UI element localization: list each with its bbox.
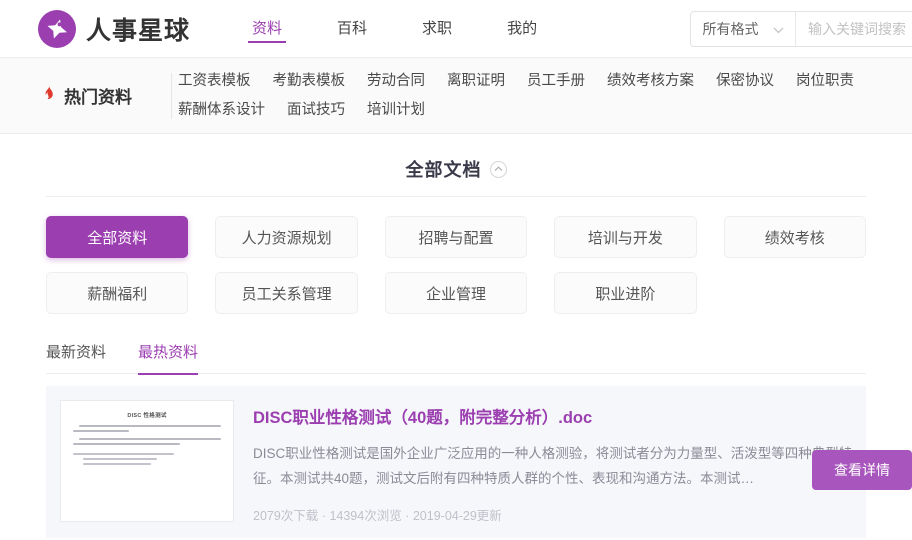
category-button-all[interactable]: 全部资料 xyxy=(46,216,189,258)
all-documents-header: 全部文档 xyxy=(0,156,912,182)
category-label: 职业进阶 xyxy=(595,285,656,303)
download-count: 2079次下载 xyxy=(253,509,319,523)
sort-tabs: 最新资料 最热资料 xyxy=(46,338,866,375)
thumbnail-list xyxy=(73,453,221,465)
star-planet-logo-icon xyxy=(38,9,76,48)
document-title-link[interactable]: DISC职业性格测试（40题，附完整分析）.doc xyxy=(253,404,866,428)
category-button-career-advancement[interactable]: 职业进阶 xyxy=(554,272,697,314)
document-list-item[interactable]: DISC 性格测试 DISC职业性格测试（40题，附完整分析）.doc DISC… xyxy=(46,386,912,538)
page-title: 全部文档 xyxy=(405,160,482,180)
category-label: 人力资源规划 xyxy=(241,229,332,247)
category-button-training[interactable]: 培训与开发 xyxy=(554,216,697,258)
thumbnail-paragraph xyxy=(73,438,221,445)
nav-item-ziliao[interactable]: 资料 xyxy=(248,0,287,58)
hot-materials-bar: 热门资料 工资表模板 考勤表模板 劳动合同 离职证明 员工手册 绩效考核方案 保… xyxy=(0,58,912,134)
thumbnail-title: DISC 性格测试 xyxy=(127,413,167,419)
category-button-employee-relations[interactable]: 员工关系管理 xyxy=(215,272,358,314)
nav-item-wode[interactable]: 我的 xyxy=(503,0,541,58)
format-filter-label: 所有格式 xyxy=(702,21,759,37)
hot-tag[interactable]: 绩效考核方案 xyxy=(607,71,694,91)
flame-icon xyxy=(42,85,56,107)
category-filter-grid: 全部资料 人力资源规划 招聘与配置 培训与开发 绩效考核 薪酬福利 员工关系管理… xyxy=(46,216,866,314)
category-label: 全部资料 xyxy=(87,229,148,247)
view-count: 14394次浏览 xyxy=(329,509,402,523)
hot-tag[interactable]: 劳动合同 xyxy=(367,71,425,91)
nav-item-baike[interactable]: 百科 xyxy=(333,0,371,58)
document-info: DISC职业性格测试（40题，附完整分析）.doc DISC职业性格测试是国外企… xyxy=(234,400,866,524)
meta-separator: · xyxy=(321,509,326,523)
title-divider xyxy=(46,196,866,197)
thumbnail-paragraph xyxy=(73,425,221,432)
nav-item-qiuzhi[interactable]: 求职 xyxy=(418,0,456,58)
hot-tag[interactable]: 工资表模板 xyxy=(178,71,251,91)
logo[interactable]: 人事星球 xyxy=(38,9,191,48)
chevron-down-icon xyxy=(773,21,784,37)
tab-hottest[interactable]: 最热资料 xyxy=(138,338,199,375)
hot-tag[interactable]: 保密协议 xyxy=(716,71,774,91)
tab-label: 最热资料 xyxy=(138,343,199,361)
nav-item-label: 求职 xyxy=(422,19,453,37)
category-label: 员工关系管理 xyxy=(241,285,332,303)
hot-materials-title: 热门资料 xyxy=(64,88,132,107)
tab-latest[interactable]: 最新资料 xyxy=(46,338,106,374)
hot-tag[interactable]: 考勤表模板 xyxy=(273,71,346,91)
tab-label: 最新资料 xyxy=(46,343,107,361)
category-button-hr-planning[interactable]: 人力资源规划 xyxy=(215,216,358,258)
hot-tag-list: 工资表模板 考勤表模板 劳动合同 离职证明 员工手册 绩效考核方案 保密协议 岗… xyxy=(178,71,912,120)
document-description: DISC职业性格测试是国外企业广泛应用的一种人格测验，将测试者分为力量型、活泼型… xyxy=(253,446,853,486)
hot-tag[interactable]: 员工手册 xyxy=(527,71,585,91)
nav-item-label: 我的 xyxy=(507,19,538,37)
brand-name: 人事星球 xyxy=(86,16,191,45)
category-button-recruitment[interactable]: 招聘与配置 xyxy=(384,216,528,258)
hot-tag[interactable]: 岗位职责 xyxy=(796,71,854,91)
hot-tag[interactable]: 薪酬体系设计 xyxy=(178,100,265,120)
category-button-performance[interactable]: 绩效考核 xyxy=(723,216,866,258)
search-bar: 所有格式 xyxy=(690,11,912,47)
nav-item-label: 资料 xyxy=(252,19,283,37)
updated-date: 2019-04-29更新 xyxy=(412,509,502,523)
main-navigation: 资料 百科 求职 我的 xyxy=(248,0,588,58)
category-label: 薪酬福利 xyxy=(87,285,148,303)
category-label: 培训与开发 xyxy=(587,229,663,247)
hot-tag[interactable]: 离职证明 xyxy=(447,71,505,91)
search-input[interactable] xyxy=(796,12,912,46)
category-label: 企业管理 xyxy=(425,285,486,303)
category-button-enterprise-management[interactable]: 企业管理 xyxy=(384,272,528,314)
hot-materials-label: 热门资料 xyxy=(42,72,172,119)
hot-tag[interactable]: 培训计划 xyxy=(367,100,425,120)
category-label: 招聘与配置 xyxy=(418,229,494,247)
site-header: 人事星球 资料 百科 求职 我的 所有格式 xyxy=(0,0,912,58)
hot-tag[interactable]: 面试技巧 xyxy=(287,100,345,120)
format-filter-dropdown[interactable]: 所有格式 xyxy=(691,12,796,46)
category-button-compensation[interactable]: 薪酬福利 xyxy=(46,272,189,314)
category-label: 绩效考核 xyxy=(764,229,825,247)
view-details-button[interactable]: 查看详情 xyxy=(812,450,912,490)
document-stats: 2079次下载 · 14394次浏览 · 2019-04-29更新 xyxy=(253,505,866,524)
document-thumbnail[interactable]: DISC 性格测试 xyxy=(60,400,234,522)
chevron-up-icon[interactable] xyxy=(489,160,507,178)
nav-item-label: 百科 xyxy=(337,19,368,37)
meta-separator: · xyxy=(405,509,410,523)
